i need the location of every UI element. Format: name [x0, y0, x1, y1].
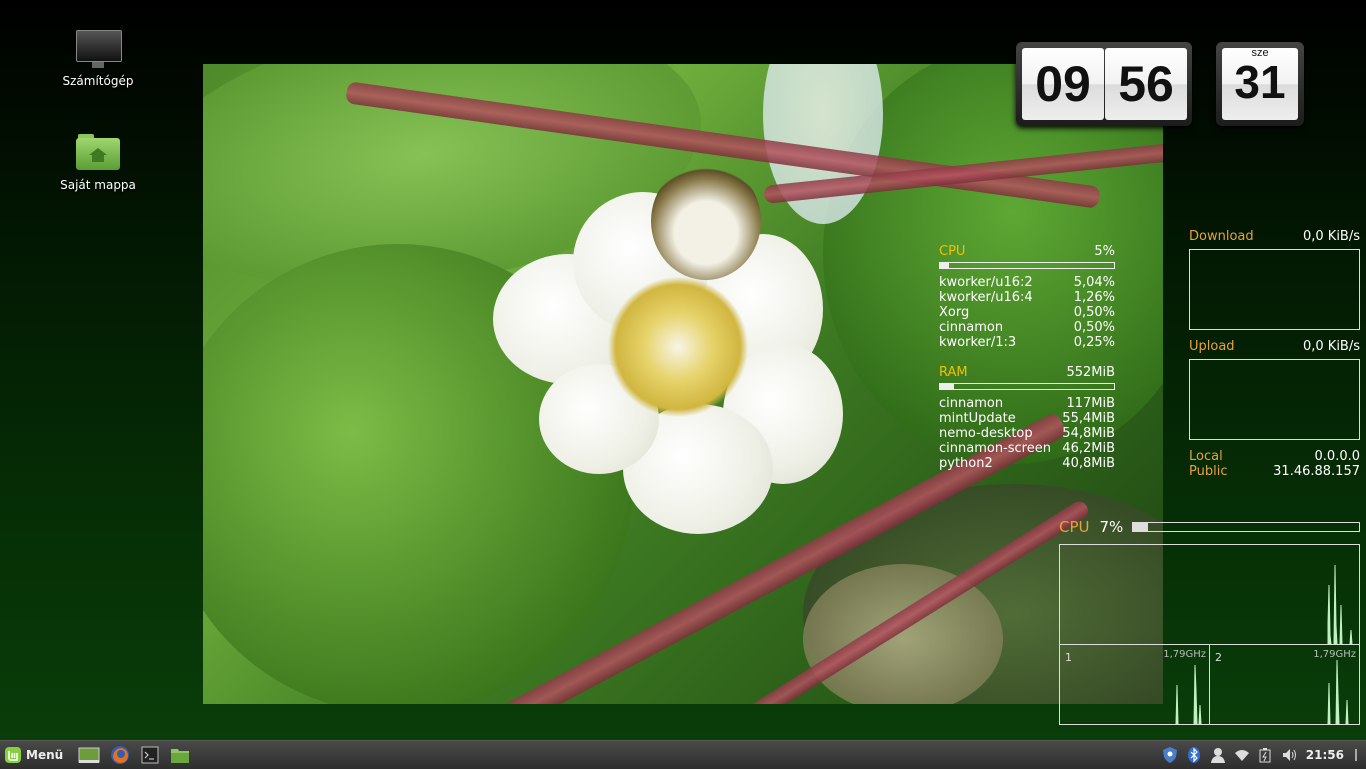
cpu-usage-bar — [939, 262, 1115, 269]
process-name: cinnamon — [939, 320, 1004, 335]
process-row: python2 40,8MiB — [939, 456, 1115, 471]
flip-clock: 09 56 — [1016, 42, 1192, 126]
download-row: Download 0,0 KiB/s — [1189, 229, 1360, 244]
desklet-handle-icon[interactable] — [1352, 747, 1360, 763]
menu-label: Menü — [26, 748, 64, 762]
local-value: 0.0.0.0 — [1314, 449, 1360, 464]
shield-icon[interactable] — [1162, 747, 1178, 763]
show-desktop-button[interactable] — [75, 743, 103, 767]
process-row: cinnamon 0,50% — [939, 320, 1115, 335]
cpu-value: 5% — [1094, 244, 1115, 259]
cpu-graph-bar — [1131, 522, 1360, 532]
process-name: nemo-desktop — [939, 426, 1033, 441]
process-row: mintUpdate 55,4MiB — [939, 411, 1115, 426]
process-row: kworker/u16:2 5,04% — [939, 275, 1115, 290]
home-folder-icon — [74, 132, 122, 174]
process-name: Xorg — [939, 305, 970, 320]
process-row: kworker/u16:4 1,26% — [939, 290, 1115, 305]
ram-label: RAM — [939, 365, 968, 380]
process-row: Xorg 0,50% — [939, 305, 1115, 320]
cpu-graph-label: CPU — [1059, 518, 1090, 536]
ram-process-list: cinnamon 117MiB mintUpdate 55,4MiB nemo-desk… — [939, 396, 1115, 471]
ram-header: RAM 552MiB — [939, 365, 1115, 380]
process-name: kworker/u16:4 — [939, 290, 1033, 305]
process-value: 55,4MiB — [1062, 411, 1115, 426]
process-value: 117MiB — [1066, 396, 1115, 411]
process-name: kworker/1:3 — [939, 335, 1017, 350]
process-name: kworker/u16:2 — [939, 275, 1033, 290]
process-value: 5,04% — [1073, 275, 1115, 290]
local-label: Local — [1189, 449, 1223, 464]
upload-graph — [1189, 359, 1360, 440]
user-icon[interactable] — [1210, 747, 1226, 763]
battery-icon[interactable] — [1258, 747, 1274, 763]
cpu-graph-bar-fill — [1132, 523, 1149, 531]
process-value: 54,8MiB — [1062, 426, 1115, 441]
ram-value: 552MiB — [1066, 365, 1115, 380]
taskbar-clock[interactable]: 21:56 — [1306, 748, 1344, 762]
bluetooth-icon[interactable] — [1186, 747, 1202, 763]
process-value: 0,50% — [1073, 320, 1115, 335]
upload-value: 0,0 KiB/s — [1302, 339, 1360, 354]
clock-minutes: 56 — [1105, 48, 1187, 120]
flip-calendar: sze 31 — [1216, 42, 1304, 126]
terminal-icon — [141, 746, 159, 764]
computer-icon — [74, 28, 122, 70]
process-name: cinnamon-screen — [939, 441, 1051, 456]
public-ip-row: Public 31.46.88.157 — [1189, 464, 1360, 479]
firefox-launcher[interactable] — [107, 743, 133, 767]
process-value: 0,50% — [1073, 305, 1115, 320]
files-launcher[interactable] — [167, 743, 193, 767]
show-desktop-icon — [78, 747, 100, 763]
download-graph — [1189, 249, 1360, 330]
process-row: kworker/1:3 0,25% — [939, 335, 1115, 350]
process-value: 46,2MiB — [1062, 441, 1115, 456]
cpu-graph-panel: CPU 7% 1 1,79GHz 2 1,79GHz — [1059, 516, 1360, 725]
process-value: 0,25% — [1073, 335, 1115, 350]
terminal-launcher[interactable] — [137, 743, 163, 767]
calendar-day: 31 — [1234, 56, 1286, 108]
process-name: mintUpdate — [939, 411, 1016, 426]
public-value: 31.46.88.157 — [1273, 464, 1360, 479]
desktop-icon-label: Saját mappa — [60, 178, 136, 192]
system-tray: 21:56 — [1162, 741, 1360, 769]
cpu-graph-value: 7% — [1099, 518, 1124, 536]
desktop-icon-home[interactable]: Saját mappa — [48, 132, 148, 192]
cpu-core2-graph: 2 1,79GHz — [1209, 644, 1360, 725]
download-value: 0,0 KiB/s — [1302, 229, 1360, 244]
process-row: cinnamon 117MiB — [939, 396, 1115, 411]
mint-logo-icon — [5, 747, 21, 763]
process-row: nemo-desktop 54,8MiB — [939, 426, 1115, 441]
network-panel: Download 0,0 KiB/s Upload 0,0 KiB/s Loca… — [1189, 229, 1360, 479]
upload-row: Upload 0,0 KiB/s — [1189, 339, 1360, 354]
wifi-icon[interactable] — [1234, 747, 1250, 763]
sysmon-panel: CPU 5% kworker/u16:2 5,04% kworker/u16:4 1,… — [939, 244, 1115, 471]
process-row: cinnamon-screen 46,2MiB — [939, 441, 1115, 456]
ram-usage-fill — [940, 384, 954, 389]
download-label: Download — [1189, 229, 1254, 244]
upload-label: Upload — [1189, 339, 1235, 354]
ram-usage-bar — [939, 383, 1115, 390]
desktop-icon-label: Számítógép — [62, 74, 134, 88]
public-label: Public — [1189, 464, 1228, 479]
firefox-icon — [111, 746, 130, 764]
process-value: 1,26% — [1073, 290, 1115, 305]
process-name: python2 — [939, 456, 993, 471]
desktop-icon-computer[interactable]: Számítógép — [48, 28, 148, 88]
cpu-process-list: kworker/u16:2 5,04% kworker/u16:4 1,26% Xorg… — [939, 275, 1115, 350]
cpu-usage-fill — [940, 263, 949, 268]
clock-hours: 09 — [1022, 48, 1104, 120]
local-ip-row: Local 0.0.0.0 — [1189, 449, 1360, 464]
menu-button[interactable]: Menü — [4, 743, 69, 767]
taskbar: Menü 21:56 — [0, 740, 1366, 769]
process-value: 40,8MiB — [1062, 456, 1115, 471]
cpu-core1-graph: 1 1,79GHz — [1059, 644, 1210, 725]
calendar-card: sze 31 — [1222, 48, 1298, 120]
cpu-header: CPU 5% — [939, 244, 1115, 259]
cpu-total-graph — [1059, 544, 1360, 645]
volume-icon[interactable] — [1282, 747, 1298, 763]
process-name: cinnamon — [939, 396, 1004, 411]
cpu-label: CPU — [939, 244, 966, 259]
files-icon — [171, 749, 190, 763]
